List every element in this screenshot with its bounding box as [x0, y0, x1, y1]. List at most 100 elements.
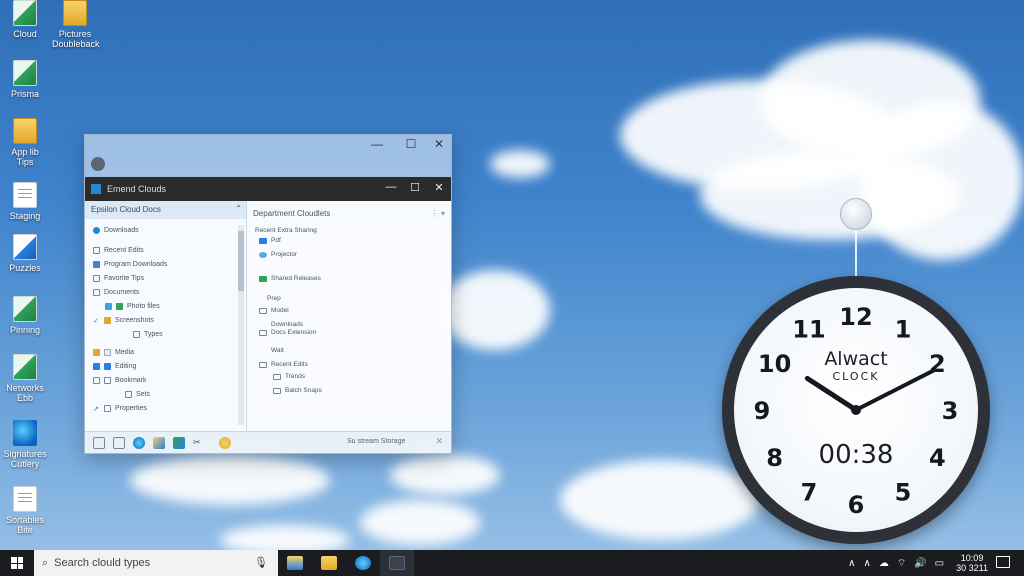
- content-item[interactable]: Model: [259, 307, 289, 314]
- window-title: Emend Clouds: [107, 184, 167, 194]
- content-pane: Department Cloudlets ⋮ ▾ Recent Extra Sh…: [247, 201, 451, 431]
- cloud-icon: [259, 251, 267, 258]
- close-button[interactable]: ✕: [427, 137, 451, 151]
- properties-icon: [104, 405, 111, 412]
- vertical-scrollbar[interactable]: [238, 225, 244, 425]
- nav-item[interactable]: ↗ Properties: [93, 405, 147, 413]
- edge-icon: [13, 420, 37, 446]
- content-item[interactable]: Docs Extension: [259, 329, 316, 336]
- taskbar-app-folder[interactable]: [312, 550, 346, 576]
- nav-item[interactable]: Recent Edits: [93, 247, 144, 254]
- notification-icon[interactable]: [996, 556, 1010, 568]
- search-box[interactable]: ⌕ Search clould types 🎙: [34, 550, 278, 576]
- nav-item[interactable]: Program Downloads: [93, 261, 167, 268]
- link-icon[interactable]: [113, 436, 125, 449]
- explorer-window[interactable]: — ☐ ✕ Emend Clouds — ☐ ✕ Epsilon Cloud D…: [84, 134, 452, 454]
- nav-item[interactable]: Bookmark: [93, 377, 147, 384]
- chevron-up-icon[interactable]: ∧: [848, 558, 855, 569]
- document-icon: [13, 486, 37, 512]
- photo-icon: [105, 303, 112, 310]
- cloud-6: [130, 455, 330, 505]
- inner-maximize-button[interactable]: ☐: [405, 181, 425, 194]
- close-icon[interactable]: ✕: [435, 436, 443, 447]
- nav-item[interactable]: Sets: [125, 391, 150, 398]
- chrome-icon[interactable]: [219, 436, 231, 449]
- content-item[interactable]: Downloads: [271, 321, 303, 328]
- content-item[interactable]: Wait: [271, 347, 284, 354]
- desktop-icon[interactable]: Puzzles: [2, 234, 48, 273]
- tray-clock[interactable]: 10:09 30 3211: [956, 553, 988, 573]
- document-icon: [93, 289, 100, 296]
- green-app-icon: [13, 354, 37, 380]
- taskbar-app-edge[interactable]: [346, 550, 380, 576]
- start-button[interactable]: [0, 550, 34, 576]
- status-bar: ✂ Su stream Storage ✕: [85, 431, 451, 453]
- content-item[interactable]: Projector: [259, 251, 297, 258]
- content-item[interactable]: Trends: [273, 373, 305, 380]
- folder-icon: [321, 556, 337, 570]
- network-icon[interactable]: ∧: [863, 558, 870, 569]
- folder-icon: [63, 0, 87, 26]
- microphone-icon[interactable]: 🎙: [254, 556, 268, 569]
- edge-icon: [355, 556, 371, 570]
- outer-title-bar[interactable]: — ☐ ✕: [85, 135, 451, 177]
- clock-widget[interactable]: 12 1 2 3 4 5 6 7 8 9 10 11 Alwact CLOCK 00:38: [722, 276, 990, 544]
- nav-item[interactable]: Documents: [93, 289, 139, 296]
- chevron-up-icon[interactable]: ⌃: [235, 204, 242, 213]
- nav-item[interactable]: Photo files: [105, 303, 160, 310]
- clock-numeral: 11: [792, 316, 825, 344]
- nav-item[interactable]: Favorite Tips: [93, 275, 144, 282]
- wifi-icon[interactable]: ⌔: [897, 557, 906, 570]
- content-item[interactable]: Shared Releases: [259, 275, 321, 282]
- bookmark-icon: [93, 377, 100, 384]
- content-item[interactable]: Batch Snaps: [273, 387, 322, 394]
- desktop-icon[interactable]: Signatures Cutlery: [2, 420, 48, 469]
- tools-icon[interactable]: ✂: [193, 437, 205, 449]
- desktop-icon[interactable]: Cloud: [2, 0, 48, 39]
- clock-dial: 12 1234567891011: [754, 303, 959, 519]
- desktop-icon[interactable]: Staging: [2, 182, 48, 221]
- edge-icon[interactable]: [133, 436, 145, 449]
- desktop-icon[interactable]: Sortables Bite: [2, 486, 48, 535]
- desktop-icon[interactable]: Networks Ebb: [2, 354, 48, 403]
- inner-title-bar[interactable]: Emend Clouds — ☐ ✕: [85, 177, 451, 201]
- maximize-button[interactable]: ☐: [399, 137, 423, 151]
- clock-brand: Alwact: [824, 348, 888, 370]
- cloud-icon[interactable]: ☁: [879, 558, 889, 569]
- taskbar-app-explorer[interactable]: [278, 550, 312, 576]
- check-icon: ✓: [93, 318, 99, 325]
- nav-item[interactable]: ✓ Screenshots: [93, 317, 154, 325]
- content-item[interactable]: Recent Extra Sharing: [255, 227, 317, 234]
- inner-close-button[interactable]: ✕: [429, 181, 449, 194]
- content-item[interactable]: Prep: [267, 295, 281, 302]
- photos-icon[interactable]: [153, 436, 165, 449]
- document-icon: [259, 361, 267, 368]
- inner-minimize-button[interactable]: —: [381, 181, 401, 193]
- back-circle-icon[interactable]: [91, 157, 105, 171]
- volume-icon[interactable]: 🔊: [914, 558, 926, 569]
- content-item[interactable]: Pdf: [259, 237, 281, 244]
- navigation-header[interactable]: Epsilon Cloud Docs ⌃: [85, 201, 246, 219]
- checkbox-icon[interactable]: [273, 373, 281, 380]
- taskbar-app-terminal[interactable]: [380, 550, 414, 576]
- desktop-icon[interactable]: Prisma: [2, 60, 48, 99]
- navigation-pane: Epsilon Cloud Docs ⌃ Downloads Recent Ed…: [85, 201, 247, 431]
- store-icon[interactable]: [173, 436, 185, 449]
- content-item[interactable]: Recent Edits: [259, 361, 308, 368]
- nav-item[interactable]: Editing: [93, 363, 136, 370]
- nav-item[interactable]: Downloads: [93, 227, 139, 234]
- checkbox-icon[interactable]: [273, 387, 281, 394]
- desktop-icon[interactable]: Pinning: [2, 296, 48, 335]
- green-app-icon: [13, 0, 37, 26]
- minimize-button[interactable]: —: [365, 137, 389, 151]
- more-options-icon[interactable]: ⋮ ▾: [431, 209, 445, 218]
- clock-numeral: 6: [848, 491, 865, 519]
- home-icon[interactable]: [93, 436, 105, 449]
- desktop-icon[interactable]: Pictures Doubleback: [52, 0, 100, 49]
- nav-item[interactable]: Types: [133, 331, 163, 338]
- scrollbar-thumb[interactable]: [238, 231, 244, 291]
- nav-item[interactable]: Media: [93, 349, 134, 356]
- battery-icon[interactable]: ▭: [935, 558, 944, 569]
- desktop-icon[interactable]: App lib Tips: [2, 118, 48, 167]
- search-placeholder: Search clould types: [54, 557, 151, 569]
